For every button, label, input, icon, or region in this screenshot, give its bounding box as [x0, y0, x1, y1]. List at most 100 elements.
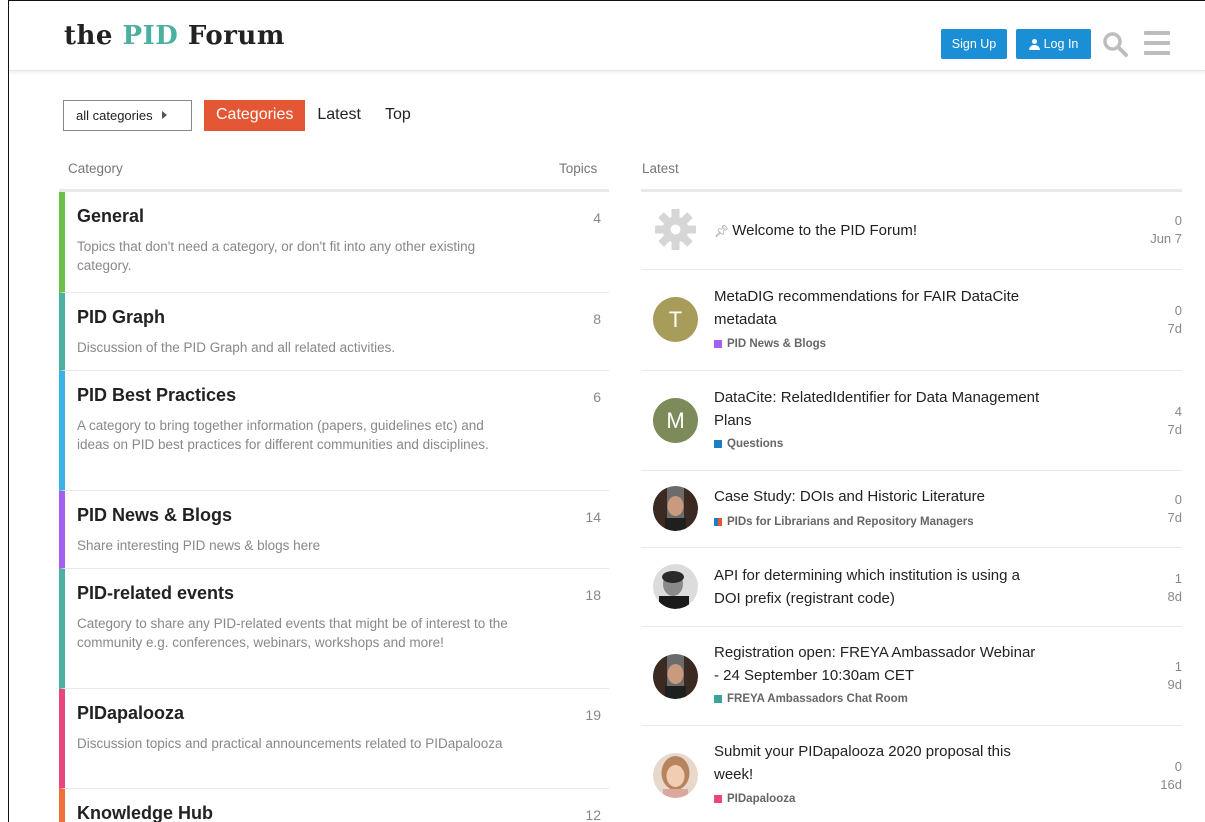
- topic-age[interactable]: 7d: [1168, 509, 1182, 527]
- topic-age[interactable]: 7d: [1168, 421, 1182, 439]
- topic-row[interactable]: 📌︎ Welcome to the PID Forum! 0 Jun 7: [641, 192, 1182, 270]
- topic-age[interactable]: 8d: [1168, 588, 1182, 606]
- topic-meta: 4 7d: [1168, 403, 1182, 439]
- topic-age[interactable]: 7d: [1168, 320, 1182, 338]
- reply-count: 0: [1174, 759, 1182, 774]
- topic-title[interactable]: MetaDIG recommendations for FAIR DataCit…: [714, 285, 1044, 331]
- category-color-square: [714, 518, 722, 526]
- pin-icon: 📌︎: [714, 224, 730, 238]
- category-row-pid-best-practices[interactable]: PID Best Practices A category to bring t…: [59, 371, 609, 491]
- reply-count: 4: [1174, 404, 1182, 419]
- topic-category-badge[interactable]: PIDs for Librarians and Repository Manag…: [714, 516, 974, 528]
- category-row-general[interactable]: General Topics that don't need a categor…: [59, 192, 609, 293]
- topic-row[interactable]: Case Study: DOIs and Historic Literature…: [641, 471, 1182, 548]
- topic-age[interactable]: 16d: [1160, 776, 1182, 794]
- dropdown-label: all categories: [76, 107, 153, 123]
- topic-age[interactable]: 9d: [1168, 676, 1182, 694]
- category-row-pidapalooza[interactable]: PIDapalooza Discussion topics and practi…: [59, 689, 609, 789]
- category-topic-count: 18: [585, 587, 601, 603]
- category-topic-count: 4: [593, 210, 601, 226]
- tab-top[interactable]: Top: [373, 100, 423, 131]
- gear-icon: [655, 209, 696, 250]
- category-topic-count: 14: [585, 509, 601, 525]
- tab-latest[interactable]: Latest: [305, 100, 373, 131]
- category-description: Discussion topics and practical announce…: [77, 736, 503, 751]
- topic-row[interactable]: Submit your PIDapalooza 2020 proposal th…: [641, 726, 1182, 822]
- category-name[interactable]: PID-related events: [77, 583, 609, 604]
- category-row-pid-related-events[interactable]: PID-related events Category to share any…: [59, 569, 609, 689]
- topic-age[interactable]: Jun 7: [1150, 230, 1182, 248]
- topic-category-badge[interactable]: PID News & Blogs: [714, 338, 826, 350]
- nav-bar: all categories Categories Latest Top: [63, 99, 423, 131]
- category-description: A category to bring together information…: [77, 418, 489, 452]
- topic-meta: 0 7d: [1168, 491, 1182, 527]
- category-dropdown[interactable]: all categories: [63, 99, 192, 131]
- topic-row[interactable]: T MetaDIG recommendations for FAIR DataC…: [641, 270, 1182, 371]
- topic-title[interactable]: API for determining which institution is…: [714, 564, 1044, 610]
- log-in-label: Log In: [1043, 37, 1079, 51]
- topic-meta: 1 8d: [1168, 570, 1182, 606]
- reply-count: 0: [1174, 213, 1182, 228]
- category-topic-count: 12: [585, 807, 601, 822]
- category-description: Discussion of the PID Graph and all rela…: [77, 340, 396, 355]
- avatar[interactable]: [653, 486, 698, 531]
- topic-meta: 1 9d: [1168, 658, 1182, 694]
- category-name[interactable]: PID Best Practices: [77, 385, 609, 406]
- category-description: Category to share any PID-related events…: [77, 616, 508, 650]
- topic-title[interactable]: 📌︎ Welcome to the PID Forum!: [714, 219, 1044, 243]
- category-description: Topics that don't need a category, or do…: [77, 239, 476, 273]
- latest-topic-list: 📌︎ Welcome to the PID Forum! 0 Jun 7 T Met…: [641, 189, 1182, 822]
- category-row-knowledge-hub[interactable]: Knowledge Hub 12: [59, 789, 609, 822]
- category-color-square: [714, 695, 722, 703]
- category-name[interactable]: Knowledge Hub: [77, 803, 609, 822]
- avatar[interactable]: [653, 753, 698, 798]
- topic-category-badge[interactable]: FREYA Ambassadors Chat Room: [714, 693, 908, 705]
- topic-category-badge[interactable]: Questions: [714, 438, 783, 450]
- category-color-square: [714, 795, 722, 803]
- search-icon[interactable]: [1102, 31, 1128, 57]
- reply-count: 1: [1174, 571, 1182, 586]
- topic-title[interactable]: Case Study: DOIs and Historic Literature: [714, 485, 1044, 508]
- caret-right-icon: [161, 111, 167, 119]
- category-name[interactable]: General: [77, 206, 609, 227]
- topic-meta: 0 7d: [1168, 302, 1182, 338]
- topic-row[interactable]: API for determining which institution is…: [641, 548, 1182, 627]
- category-topic-count: 8: [593, 311, 601, 327]
- topic-row[interactable]: Registration open: FREYA Ambassador Webi…: [641, 627, 1182, 726]
- category-color-square: [714, 340, 722, 348]
- category-row-pid-graph[interactable]: PID Graph Discussion of the PID Graph an…: [59, 293, 609, 371]
- topic-row[interactable]: M DataCite: RelatedIdentifier for Data M…: [641, 371, 1182, 471]
- category-name[interactable]: PID News & Blogs: [77, 505, 609, 526]
- category-topic-count: 19: [585, 707, 601, 723]
- user-icon: [1028, 38, 1040, 50]
- category-name[interactable]: PIDapalooza: [77, 703, 609, 724]
- topic-title[interactable]: DataCite: RelatedIdentifier for Data Man…: [714, 386, 1044, 432]
- log-in-button[interactable]: Log In: [1016, 29, 1091, 59]
- page-frame: the PID Forum Sign Up Log In all categor…: [8, 0, 1205, 822]
- category-color-square: [714, 440, 722, 448]
- category-list: General Topics that don't need a categor…: [59, 189, 609, 822]
- avatar[interactable]: [653, 564, 698, 609]
- topic-title[interactable]: Registration open: FREYA Ambassador Webi…: [714, 641, 1044, 687]
- category-name[interactable]: PID Graph: [77, 307, 609, 328]
- avatar[interactable]: [653, 654, 698, 699]
- site-header: the PID Forum Sign Up Log In: [9, 1, 1205, 71]
- tab-categories[interactable]: Categories: [204, 99, 306, 131]
- site-logo[interactable]: the PID Forum: [64, 21, 285, 51]
- category-row-pid-news-blogs[interactable]: PID News & Blogs Share interesting PID n…: [59, 491, 609, 569]
- category-topic-count: 6: [593, 389, 601, 405]
- topic-category-badge[interactable]: PIDapalooza: [714, 793, 795, 805]
- avatar[interactable]: T: [653, 297, 698, 342]
- topic-meta: 0 16d: [1160, 758, 1182, 794]
- reply-count: 0: [1174, 492, 1182, 507]
- column-header-latest: Latest: [642, 161, 679, 176]
- column-header-topics: Topics: [559, 161, 598, 176]
- topic-meta: 0 Jun 7: [1150, 212, 1182, 248]
- hamburger-menu-icon[interactable]: [1144, 31, 1170, 55]
- avatar[interactable]: M: [653, 398, 698, 443]
- reply-count: 0: [1174, 303, 1182, 318]
- column-header-category: Category: [68, 161, 123, 176]
- sign-up-button[interactable]: Sign Up: [941, 29, 1007, 59]
- category-description: Share interesting PID news & blogs here: [77, 538, 321, 553]
- topic-title[interactable]: Submit your PIDapalooza 2020 proposal th…: [714, 740, 1044, 786]
